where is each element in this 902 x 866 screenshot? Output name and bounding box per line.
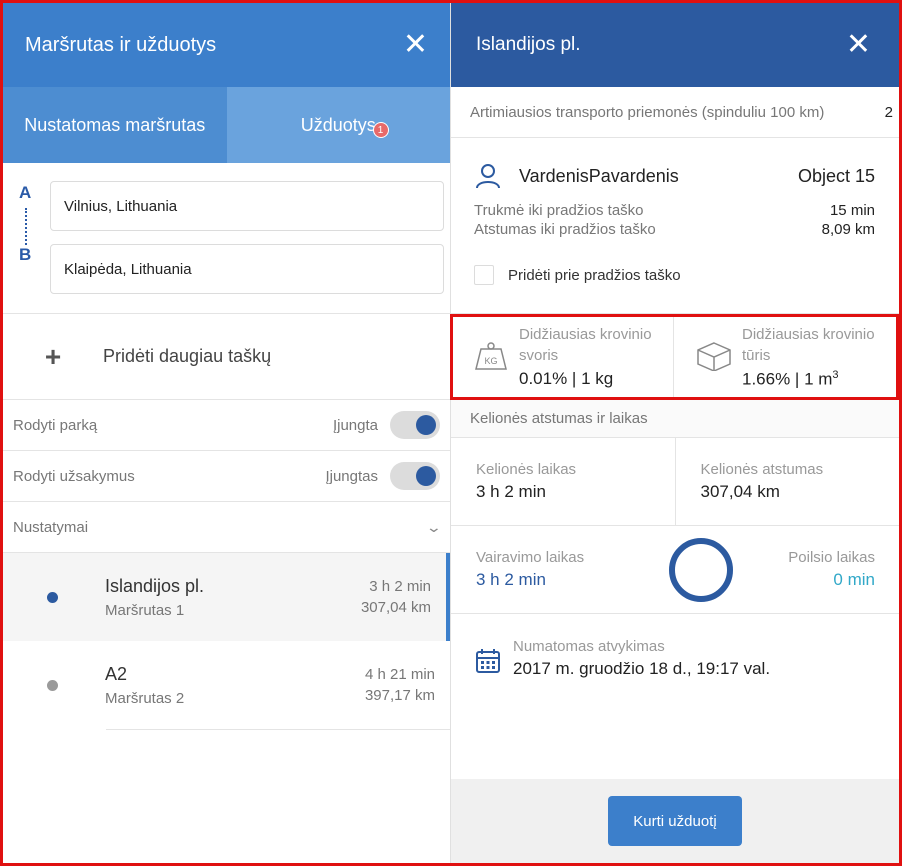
driving-time-value: 3 h 2 min [476, 570, 546, 589]
left-panel: Maršrutas ir užduotys ✕ Nustatomas maršr… [3, 3, 450, 863]
cargo-volume-label-1: Didžiausias krovinio [742, 326, 875, 343]
show-orders-label: Rodyti užsakymus [13, 467, 135, 485]
cargo-capacity-section: KG Didžiausias krovinio svoris 0.01% | 1… [450, 314, 899, 400]
user-icon [476, 164, 500, 189]
start-point-value: Vilnius, Lithuania [64, 197, 178, 215]
add-more-points-label: Pridėti daugiau taškų [103, 346, 272, 366]
nearby-vehicles-count: 2 [884, 103, 893, 121]
driving-ratio-ring [669, 537, 734, 602]
cargo-weight-label-2: svoris [519, 347, 559, 364]
toggle-knob [416, 466, 436, 486]
route-name: A2 [105, 663, 128, 684]
tab-route[interactable]: Nustatomas maršrutas [3, 87, 227, 163]
show-orders-row: Rodyti užsakymus Įjungtas [3, 451, 450, 502]
driver-name: VardenisPavardenis [519, 165, 679, 186]
route-time: 4 h 21 min [364, 666, 435, 683]
trip-time-label: Kelionės laikas [476, 461, 577, 478]
driver-card: VardenisPavardenis Object 15 Trukmė iki … [451, 138, 899, 314]
point-b-marker: B [19, 245, 32, 264]
add-more-points-button[interactable]: + Pridėti daugiau taškų [3, 314, 450, 400]
distance-to-start-value: 8,09 km [821, 221, 875, 238]
close-icon[interactable]: ✕ [846, 30, 871, 60]
divider [106, 729, 450, 730]
end-point-value: Klaipėda, Lithuania [64, 260, 192, 278]
route-item-1[interactable]: Islandijos pl. Maršrutas 1 3 h 2 min 307… [3, 553, 450, 641]
driving-rest-row: Vairavimo laikas 3 h 2 min Poilsio laika… [451, 526, 899, 614]
box-icon [697, 342, 731, 371]
trip-distance-value: 307,04 km [700, 482, 780, 501]
cargo-volume: Didžiausias krovinio tūris 1.66% | 1 m3 [673, 317, 896, 397]
add-to-start-checkbox[interactable] [474, 265, 494, 285]
object-name: Object 15 [797, 165, 875, 186]
route-dot-icon [47, 591, 58, 603]
nearby-vehicles-label: Artimiausios transporto priemonės (spind… [470, 103, 825, 121]
duration-to-start-row: Trukmė iki pradžios taško 15 min [474, 202, 875, 219]
tabs: Nustatomas maršrutas Užduotys 1 [3, 87, 450, 163]
route-distance: 307,04 km [360, 599, 431, 616]
route-sub: Maršrutas 1 [105, 601, 185, 619]
route-points: A B Vilnius, Lithuania Klaipėda, Lithuan… [3, 163, 450, 314]
show-fleet-label: Rodyti parką [13, 416, 98, 434]
footer: Kurti užduotį [451, 779, 899, 863]
close-icon[interactable]: ✕ [403, 30, 428, 60]
distance-to-start-row: Atstumas iki pradžios taško 8,09 km [474, 221, 875, 238]
route-dotted-line [25, 208, 27, 245]
toggle-knob [416, 415, 436, 435]
weight-kg-icon: KG [475, 342, 507, 370]
cargo-weight-label-1: Didžiausias krovinio [519, 326, 652, 343]
rest-time-label: Poilsio laikas [788, 549, 875, 566]
calendar-icon [476, 649, 500, 673]
show-orders-state: Įjungtas [325, 467, 378, 485]
rest-time-value: 0 min [833, 570, 875, 589]
cargo-volume-value: 1.66% | 1 m3 [742, 369, 839, 389]
route-sub: Maršrutas 2 [105, 689, 185, 707]
chevron-down-icon: ⌄ [425, 518, 443, 535]
trip-time-value: 3 h 2 min [476, 482, 546, 501]
arrival-row: Numatomas atvykimas 2017 m. gruodžio 18 … [451, 614, 899, 702]
duration-to-start-label: Trukmė iki pradžios taško [474, 202, 644, 219]
route-distance: 397,17 km [364, 687, 435, 704]
cargo-weight-value: 0.01% | 1 kg [519, 369, 614, 388]
left-header: Maršrutas ir užduotys ✕ [3, 3, 450, 87]
left-panel-title: Maršrutas ir užduotys [25, 33, 217, 56]
arrival-label: Numatomas atvykimas [513, 637, 665, 655]
arrival-value: 2017 m. gruodžio 18 d., 19:17 val. [513, 658, 771, 678]
tab-tasks[interactable]: Užduotys 1 [226, 87, 450, 163]
point-a-marker: A [19, 183, 32, 202]
right-header: Islandijos pl. ✕ [451, 3, 899, 87]
start-point-input[interactable]: Vilnius, Lithuania [50, 181, 444, 231]
cargo-weight: KG Didžiausias krovinio svoris 0.01% | 1… [453, 317, 673, 397]
tab-tasks-label: Užduotys [300, 114, 376, 135]
show-fleet-toggle[interactable] [390, 411, 440, 439]
tasks-count-badge: 1 [372, 122, 389, 138]
nearby-vehicles-row[interactable]: Artimiausios transporto priemonės (spind… [451, 87, 899, 138]
show-orders-toggle[interactable] [390, 462, 440, 490]
duration-to-start-value: 15 min [829, 202, 875, 219]
right-panel-title: Islandijos pl. [476, 34, 581, 55]
plus-icon: + [44, 340, 62, 372]
trip-summary: Kelionės laikas 3 h 2 min Kelionės atstu… [451, 438, 899, 526]
add-to-start-label: Pridėti prie pradžios taško [508, 266, 681, 284]
trip-distance-label: Kelionės atstumas [700, 461, 824, 478]
trip-section-heading: Kelionės atstumas ir laikas [451, 400, 899, 438]
svg-text:KG: KG [484, 356, 497, 366]
distance-to-start-label: Atstumas iki pradžios taško [474, 221, 656, 238]
driving-time-label: Vairavimo laikas [476, 549, 585, 566]
settings-dropdown[interactable]: Nustatymai ⌄ [3, 502, 450, 553]
end-point-input[interactable]: Klaipėda, Lithuania [50, 244, 444, 294]
right-panel: Islandijos pl. ✕ Artimiausios transporto… [450, 3, 899, 863]
route-item-2[interactable]: A2 Maršrutas 2 4 h 21 min 397,17 km [3, 641, 450, 729]
show-fleet-row: Rodyti parką Įjungta [3, 400, 450, 451]
show-fleet-state: Įjungta [332, 416, 378, 434]
route-name: Islandijos pl. [105, 575, 205, 596]
route-time: 3 h 2 min [369, 578, 431, 595]
tab-route-label: Nustatomas maršrutas [24, 114, 206, 135]
create-task-button[interactable]: Kurti užduotį [608, 796, 742, 846]
cargo-volume-label-2: tūris [742, 347, 771, 364]
settings-label: Nustatymai [13, 518, 89, 536]
route-dot-icon [47, 679, 58, 691]
